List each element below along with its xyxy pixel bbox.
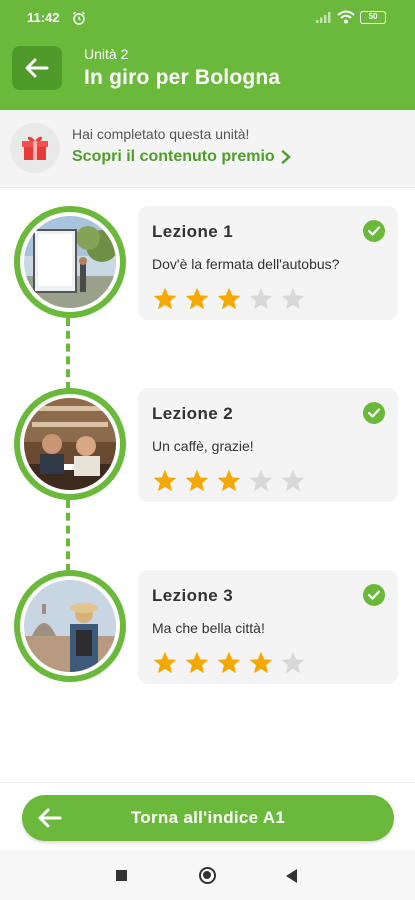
star-icon — [217, 287, 241, 310]
battery-icon: 50 — [360, 11, 386, 24]
lesson-card[interactable]: Lezione 2 Un caffè, grazie! — [138, 388, 398, 502]
lesson-card[interactable]: Lezione 3 Ma che bella città! — [138, 570, 398, 684]
star-icon — [217, 651, 241, 674]
check-icon — [363, 220, 385, 242]
gift-icon-circle — [10, 123, 60, 173]
star-icon — [153, 469, 177, 492]
star-rating — [152, 650, 306, 676]
home-button[interactable] — [199, 867, 216, 884]
lesson-subtitle: Un caffè, grazie! — [152, 438, 254, 454]
wifi-icon — [337, 10, 355, 24]
lesson-connector — [66, 500, 70, 572]
star-icon — [281, 469, 305, 492]
back-arrow-icon — [25, 58, 49, 78]
city-view-photo — [24, 580, 116, 672]
star-rating — [152, 468, 306, 494]
lesson-title: Lezione 3 — [152, 586, 234, 605]
lesson-connector — [66, 318, 70, 390]
star-icon — [153, 651, 177, 674]
star-icon — [281, 651, 305, 674]
lesson-title: Lezione 1 — [152, 222, 234, 241]
alarm-icon — [73, 11, 85, 25]
page-title: In giro per Bologna — [84, 66, 281, 89]
reward-link-label: Scopri il contenuto premio — [72, 148, 275, 165]
status-bar: 11:42 50 — [0, 0, 415, 36]
app-header: Unità 2 In giro per Bologna — [0, 36, 415, 110]
back-arrow-icon — [38, 808, 62, 828]
chevron-right-icon — [281, 150, 291, 164]
star-icon — [217, 469, 241, 492]
recents-button[interactable] — [116, 870, 127, 881]
star-icon — [249, 287, 273, 310]
lesson-card[interactable]: Lezione 1 Dov'è la fermata dell'autobus? — [138, 206, 398, 320]
lesson-2-photo[interactable] — [14, 388, 126, 500]
system-back-button[interactable] — [286, 869, 297, 883]
lesson-1-photo[interactable] — [14, 206, 126, 318]
bus-stop-photo — [24, 216, 116, 308]
cafe-photo — [24, 398, 116, 490]
back-button[interactable] — [12, 46, 62, 90]
reward-banner[interactable]: Hai completato questa unità! Scopri il c… — [0, 110, 415, 188]
star-icon — [249, 651, 273, 674]
back-to-index-label: Torna all'indice A1 — [130, 808, 286, 827]
check-icon — [363, 402, 385, 424]
star-icon — [249, 469, 273, 492]
lesson-subtitle: Ma che bella città! — [152, 620, 265, 636]
gift-icon — [22, 136, 48, 160]
star-icon — [281, 287, 305, 310]
back-to-index-button[interactable]: Torna all'indice A1 — [22, 795, 394, 841]
signal-icon — [316, 12, 331, 23]
reward-link[interactable]: Scopri il contenuto premio — [72, 148, 291, 166]
system-nav-bar — [0, 850, 415, 900]
star-icon — [185, 651, 209, 674]
status-time: 11:42 — [27, 10, 60, 25]
unit-label: Unità 2 — [84, 46, 129, 62]
check-icon — [363, 584, 385, 606]
star-icon — [153, 287, 177, 310]
lesson-title: Lezione 2 — [152, 404, 234, 423]
star-icon — [185, 469, 209, 492]
lesson-subtitle: Dov'è la fermata dell'autobus? — [152, 256, 340, 272]
star-rating — [152, 286, 306, 312]
lesson-3-photo[interactable] — [14, 570, 126, 682]
star-icon — [185, 287, 209, 310]
reward-message: Hai completato questa unità! — [72, 126, 250, 142]
